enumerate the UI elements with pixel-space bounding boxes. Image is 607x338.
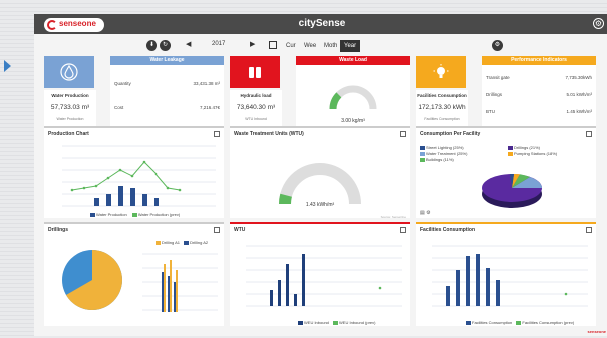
pie-tools-icon[interactable]: ▤ ⚙ xyxy=(420,210,431,216)
drillings-legend: Drilling A1 Drilling A2 xyxy=(156,240,208,245)
performance-header: Performance Indicators xyxy=(482,56,596,65)
refresh-icon[interactable]: ↻ xyxy=(160,40,171,51)
wtu-gauge-panel: Waste Treatment Units (WTU) 1.43 kWh/m³ … xyxy=(230,126,410,219)
facilities-legend: Facilities Consumption Facilities Consum… xyxy=(466,320,574,325)
filter-icon[interactable]: ⚙ xyxy=(492,40,503,51)
facilities-consumption-label: Facilities Consumption xyxy=(417,93,467,98)
facilities-consumption-box: Facilities Consumption 172,173.30 kWh Fa… xyxy=(416,90,468,128)
leak-cost-row: Cost 7,216.47€ xyxy=(114,105,220,110)
facilities-consumption-chart xyxy=(432,245,588,307)
water-production-box: Water Production 57,733.03 m³ Water Prod… xyxy=(44,90,96,128)
facility-pie-chart xyxy=(482,173,542,208)
app-title: citySense xyxy=(298,18,346,29)
waste-gauge-value: 3.00 kg/m³ xyxy=(341,118,365,124)
waste-load-gauge: 3.00 kg/m³ xyxy=(329,85,377,124)
leak-quantity-row: Quantity 33,431.38 m³ xyxy=(114,81,220,86)
range-week-button[interactable]: Wee xyxy=(300,40,320,52)
perf-drillings-row: Drillings 5.01 kWh/m³ xyxy=(486,92,592,97)
water-leakage-details: Quantity 33,431.38 m³ Cost 7,216.47€ xyxy=(110,65,224,128)
barrels-icon xyxy=(230,56,280,88)
range-cur-button[interactable]: Cur xyxy=(282,40,300,52)
title-bar: senseone citySense ⚙ xyxy=(34,14,607,34)
production-chart xyxy=(62,145,216,207)
facilities-consumption-sub: Facilities Consumption xyxy=(424,117,460,121)
wtu-chart xyxy=(246,245,402,307)
water-drop-icon xyxy=(44,56,94,88)
hydraulic-load-box: Hydraulic load 73,640.30 m³ WTU Inbound xyxy=(230,90,282,128)
kpi-waste-load: Waste Load Hydraulic load 73,640.30 m³ W… xyxy=(230,56,410,128)
consumption-facility-panel: Consumption Per Facility Street Lighting… xyxy=(416,126,596,218)
kpi-water-leakage: Water Leakage Water Production 57,733.03… xyxy=(44,56,224,128)
wtu-panel: WTU WEU Inbound WEU Inbound (prev) xyxy=(230,222,410,326)
production-chart-legend: Water Production Water Production (prev) xyxy=(90,212,180,217)
next-arrow-icon[interactable]: ▶ xyxy=(250,40,255,48)
wtu-gauge: 1.43 kWh/m³ Source: SenseOne xyxy=(279,163,407,219)
wtu-gauge-footer: Source: SenseOne xyxy=(381,215,407,219)
settings-icon[interactable]: ⚙ xyxy=(593,18,604,29)
water-production-sub: Water Production xyxy=(56,117,84,121)
toolbar: ⬇ ↻ ◀ 2017 ▶ Cur Wee Moth Year ⚙ xyxy=(34,38,607,54)
hydraulic-load-label: Hydraulic load xyxy=(240,93,272,98)
side-arrow-icon xyxy=(4,60,11,72)
water-leakage-header: Water Leakage xyxy=(110,56,224,65)
facilities-consumption-value: 172,173.30 kWh xyxy=(418,104,466,111)
facilities-consumption-panel: Facilities Consumption Facilities Consum… xyxy=(416,222,596,326)
hydraulic-load-sub: WTU Inbound xyxy=(245,117,267,121)
hydraulic-load-value: 73,640.30 m³ xyxy=(236,104,276,111)
waste-load-header: Waste Load xyxy=(296,56,410,65)
range-year-button[interactable]: Year xyxy=(340,40,361,52)
performance-details: Transit gate 7,735.30kWh Drillings 5.01 kW… xyxy=(482,65,596,128)
prev-arrow-icon[interactable]: ◀ xyxy=(186,40,191,48)
kpi-performance: Performance Indicators Facilities Consum… xyxy=(416,56,596,128)
calendar-icon[interactable] xyxy=(269,41,277,49)
download-icon[interactable]: ⬇ xyxy=(146,40,157,51)
wtu-legend: WEU Inbound WEU Inbound (prev) xyxy=(298,320,376,325)
waste-load-gauge-box: 3.00 kg/m³ xyxy=(296,65,410,128)
drillings-panel: Drillings Drilling A1 Drilling A2 xyxy=(44,222,224,326)
wtu-gauge-value: 1.43 kWh/m³ xyxy=(306,202,335,208)
lightbulb-icon xyxy=(416,56,466,88)
perf-transit-row: Transit gate 7,735.30kWh xyxy=(486,75,592,80)
footer-logo: senseone xyxy=(587,329,606,334)
water-production-value: 57,733.03 m³ xyxy=(50,104,90,111)
water-production-label: Water Production xyxy=(51,93,89,98)
year-label: 2017 xyxy=(212,41,226,47)
perf-btu-row: BTU 1.45 kWh/m³ xyxy=(486,109,592,114)
app-window: senseone citySense ⚙ ⬇ ↻ ◀ 2017 ▶ Cur We… xyxy=(34,14,607,336)
range-month-button[interactable]: Moth xyxy=(320,40,341,52)
production-chart-panel: Production Chart Water Production Water … xyxy=(44,126,224,218)
